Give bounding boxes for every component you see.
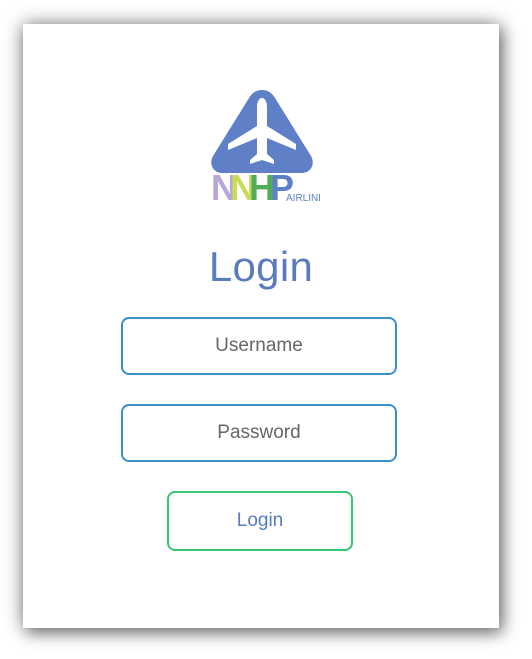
login-card: N N H P AIRLINE Login Login xyxy=(23,24,499,628)
nnhp-airline-logo: N N H P AIRLINE xyxy=(211,90,320,206)
logo-subtext: AIRLINE xyxy=(286,193,320,204)
logo: N N H P AIRLINE xyxy=(204,86,320,206)
password-input[interactable] xyxy=(121,404,397,462)
username-input[interactable] xyxy=(121,317,397,375)
login-button[interactable]: Login xyxy=(167,491,353,551)
page-title: Login xyxy=(208,243,314,290)
